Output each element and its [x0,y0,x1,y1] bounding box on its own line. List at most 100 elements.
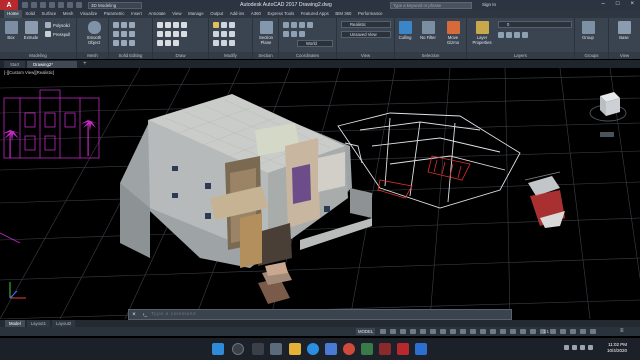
shell-icon[interactable] [129,31,135,37]
annotation-monitor-icon[interactable] [560,329,566,334]
windows-start-icon[interactable] [212,343,224,355]
tab-manage[interactable]: Manage [185,10,207,18]
tab-a360[interactable]: A360 [248,10,265,18]
tab-layout1[interactable]: Layout1 [26,320,51,327]
units-icon[interactable] [570,329,576,334]
tab-model[interactable]: Model [5,320,25,327]
grid-icon[interactable] [380,329,386,334]
fillet-icon[interactable] [229,40,235,46]
extract-edges-icon[interactable] [129,22,135,28]
3d-object-snap-icon[interactable] [480,329,486,334]
spline-icon[interactable] [173,31,179,37]
staircase-3d-right[interactable] [524,171,565,228]
transparency-icon[interactable] [460,329,466,334]
hatch-icon[interactable] [165,31,171,37]
tab-visualize[interactable]: Visualize [77,10,101,18]
layer-properties-button[interactable]: Layer Properties [469,21,495,45]
staircase-3d-bottom[interactable] [258,262,292,304]
object-snap-tracking-icon[interactable] [430,329,436,334]
ucs-icon[interactable] [283,22,289,28]
selection-cycling-icon[interactable] [470,329,476,334]
ucs-face-icon[interactable] [291,22,297,28]
open-icon[interactable] [31,2,37,8]
snap-icon[interactable] [390,329,396,334]
arc-icon[interactable] [181,22,187,28]
tab-home[interactable]: Home [4,10,23,18]
ucs-3point-icon[interactable] [299,22,305,28]
subtract-icon[interactable] [113,31,119,37]
layer-isolate-icon[interactable] [498,32,504,38]
widgets-icon[interactable] [270,343,282,355]
close-icon[interactable]: × [129,312,139,318]
word-icon[interactable] [415,343,427,355]
file-explorer-icon[interactable] [289,343,301,355]
tab-insert[interactable]: Insert [128,10,145,18]
gizmo-icon[interactable] [510,329,516,334]
polysolid-button[interactable]: Polysolid [45,22,70,28]
no-filter-button[interactable]: No Filter [417,21,439,41]
quick-properties-icon[interactable] [580,329,586,334]
save-as-icon[interactable] [49,2,55,8]
autoscale-icon[interactable] [530,329,536,334]
tab-surface[interactable]: Surface [38,10,59,18]
workspace-dropdown[interactable]: 3D Modeling [88,1,142,9]
ucs-x-icon[interactable] [307,22,313,28]
chevron-up-icon[interactable] [564,345,569,350]
extrude-button[interactable]: Extrude [22,21,40,41]
volume-icon[interactable] [580,345,585,350]
chrome-icon[interactable] [343,343,355,355]
tab-solid[interactable]: Solid [22,10,38,18]
box-button[interactable]: Box [2,21,20,41]
named-view-dropdown[interactable]: Unsaved View [341,31,391,38]
command-input[interactable] [151,310,511,319]
polar-icon[interactable] [410,329,416,334]
network-icon[interactable] [572,345,577,350]
tab-annotate[interactable]: Annotate [145,10,169,18]
search-icon[interactable] [232,343,244,355]
edge-browser-icon[interactable] [307,343,319,355]
new-tab-plus-icon[interactable]: + [79,61,91,68]
culling-button[interactable]: Culling [395,21,415,41]
tab-bim-360[interactable]: BIM 360 [332,10,355,18]
app-icon[interactable] [379,343,391,355]
minimize-icon[interactable]: – [602,1,605,7]
presspull-button[interactable]: Presspull [45,31,70,37]
selection-filter-icon[interactable] [500,329,506,334]
layer-freeze-icon[interactable] [514,32,520,38]
move-gizmo-button[interactable]: Move Gizmo [442,21,464,45]
lock-ui-icon[interactable] [590,329,596,334]
separate-icon[interactable] [121,40,127,46]
slice-icon[interactable] [121,22,127,28]
tab-featured-apps[interactable]: Featured Apps [298,10,333,18]
point-icon[interactable] [173,40,179,46]
lineweight-icon[interactable] [450,329,456,334]
ucs-view-icon[interactable] [291,31,297,37]
rectangle-icon[interactable] [157,31,163,37]
ortho-icon[interactable] [400,329,406,334]
house-3d-model[interactable] [120,94,372,268]
intersect-icon[interactable] [113,40,119,46]
maximize-icon[interactable]: □ [616,1,620,7]
visual-style-dropdown[interactable]: Realistic [341,21,391,28]
drawing-viewport[interactable]: [-][Custom View][Realistic] [0,68,640,319]
autocad-logo-icon[interactable]: A [0,0,18,10]
union-icon[interactable] [113,22,119,28]
clock[interactable]: 11:02 PM 10/4/2020 [607,342,627,354]
sign-in-link[interactable]: Sign In [482,2,496,7]
viewport-controls-label[interactable]: [-][Custom View][Realistic] [4,70,54,75]
polyline-icon[interactable] [165,22,171,28]
tab-view[interactable]: View [169,10,185,18]
group-button[interactable]: Group [578,21,598,41]
layer-lock-icon[interactable] [522,32,528,38]
line-icon[interactable] [157,22,163,28]
object-snap-icon[interactable] [440,329,446,334]
tab-add-ins[interactable]: Add-ins [226,10,247,18]
print-icon[interactable] [58,2,64,8]
copy-icon[interactable] [213,31,219,37]
command-prompt-icon[interactable]: ›_ [139,312,151,318]
ucs-object-icon[interactable] [299,31,305,37]
interfere-icon[interactable] [121,31,127,37]
tab-output[interactable]: Output [207,10,227,18]
store-icon[interactable] [325,343,337,355]
ellipse-icon[interactable] [181,31,187,37]
